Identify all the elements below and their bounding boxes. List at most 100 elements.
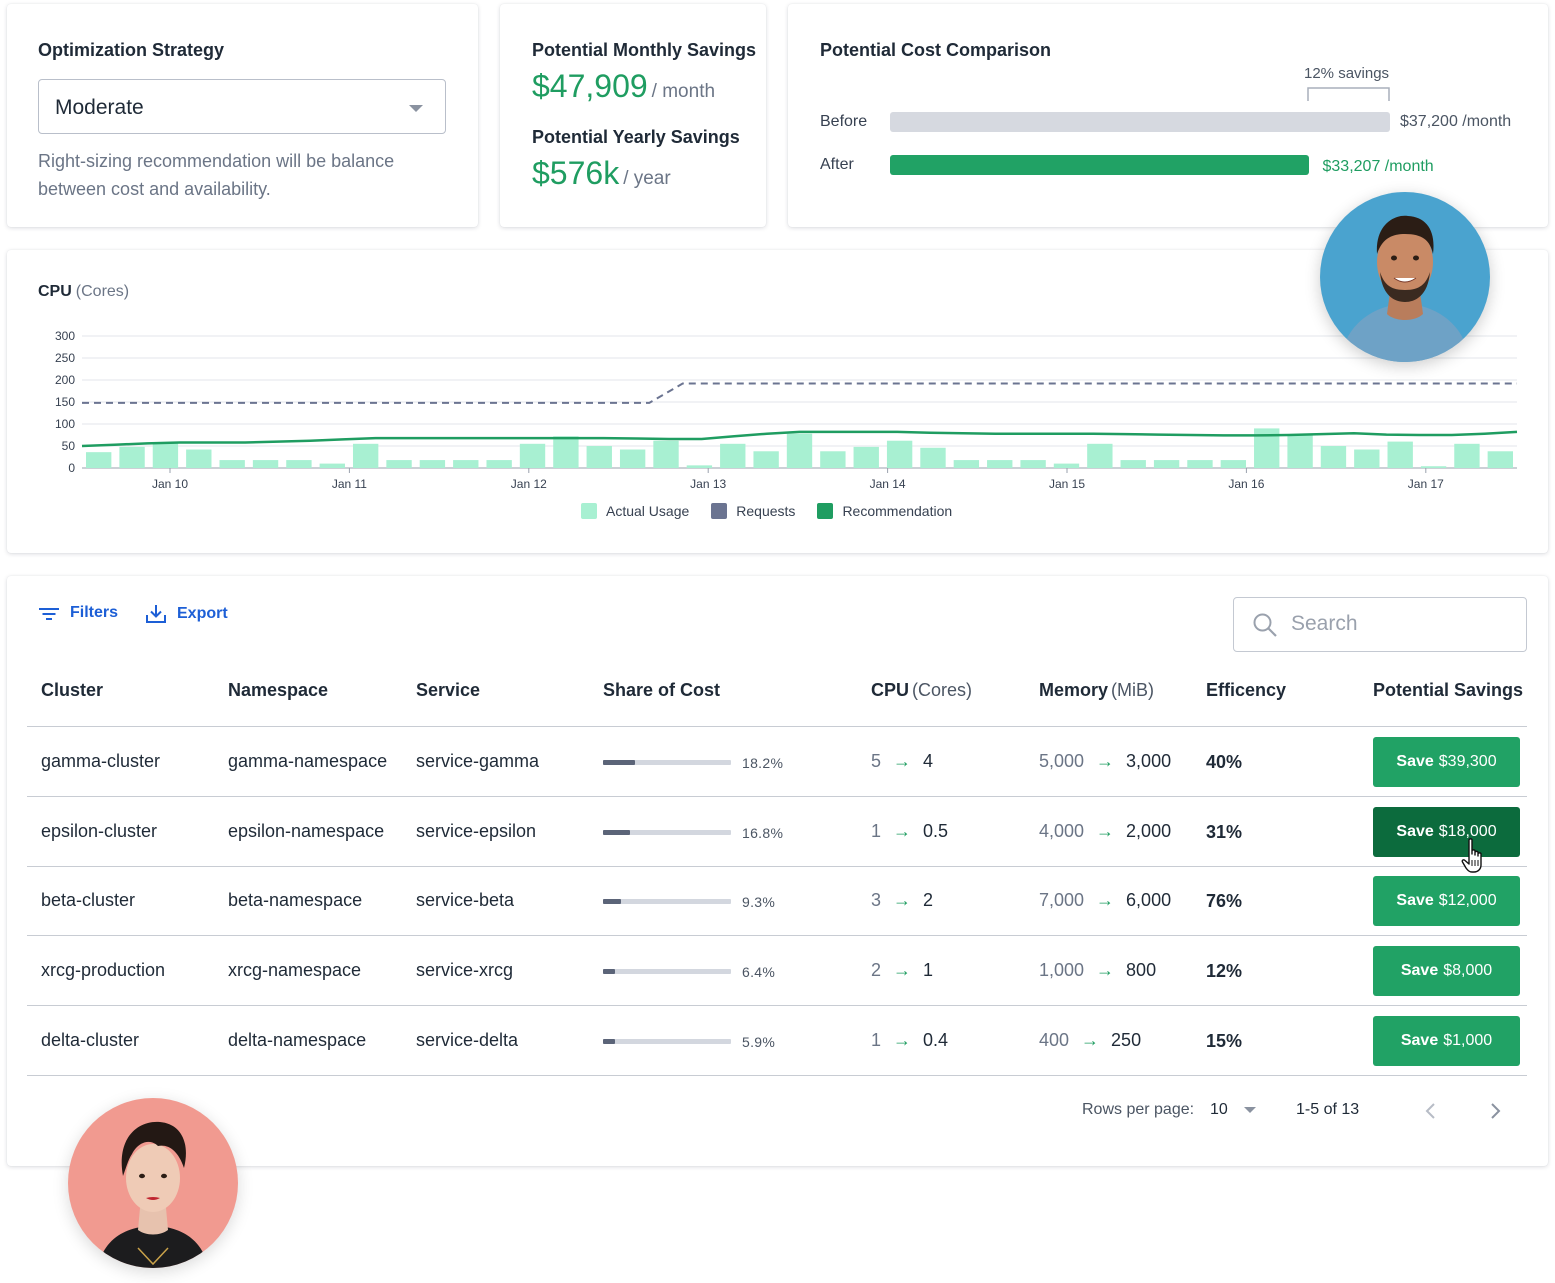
bar-actual-usage <box>519 443 546 468</box>
avatar-man <box>1320 192 1490 362</box>
column-header-potential-savings[interactable]: Potential Savings <box>1373 680 1523 701</box>
memory-current: 4,000 <box>1039 821 1085 841</box>
column-header-service[interactable]: Service <box>416 680 480 701</box>
search-input[interactable] <box>1291 612 1511 636</box>
chevron-left-icon[interactable] <box>1424 1102 1438 1120</box>
memory-current: 1,000 <box>1039 960 1085 980</box>
share-of-cost-fill <box>603 899 621 904</box>
search-box[interactable] <box>1233 597 1527 652</box>
column-header-cpu[interactable]: CPU (Cores) <box>871 680 972 701</box>
share-of-cost-bar <box>603 1039 731 1044</box>
cell-efficiency: 12% <box>1206 961 1243 981</box>
cell-efficiency: 15% <box>1206 1031 1243 1051</box>
bar-actual-usage <box>586 446 612 468</box>
legend-swatch-actual-usage <box>581 503 597 519</box>
savings-bracket <box>1307 87 1390 101</box>
cell-namespace: epsilon-namespace <box>228 821 385 841</box>
optimization-strategy-card: Optimization Strategy Moderate Right-siz… <box>7 4 478 227</box>
monthly-savings-title: Potential Monthly Savings <box>532 40 757 60</box>
column-header-cluster[interactable]: Cluster <box>41 680 103 701</box>
rows-per-page-select[interactable]: 10 <box>1210 1101 1256 1119</box>
filters-button[interactable]: Filters <box>38 604 118 622</box>
export-button[interactable]: Export <box>145 604 228 624</box>
table-row: gamma-cluster gamma-namespace service-gamm… <box>27 727 1527 797</box>
bar-actual-usage <box>953 460 980 468</box>
save-button-prefix: Save <box>1400 1032 1439 1049</box>
cpu-recommended: 2 <box>923 890 934 910</box>
column-header-memory[interactable]: Memory (MiB) <box>1039 680 1154 701</box>
memory-recommended: 250 <box>1111 1030 1142 1050</box>
share-of-cost-bar <box>603 760 731 765</box>
share-of-cost-value: 18.2% <box>742 755 784 771</box>
hand-cursor-icon <box>1461 838 1482 873</box>
bar-actual-usage <box>486 460 512 468</box>
cell-cpu: 5 → 4 <box>871 751 933 772</box>
rows-per-page-label: Rows per page: <box>1082 1101 1195 1118</box>
bar-actual-usage <box>786 433 813 468</box>
cpu-current: 5 <box>871 751 882 771</box>
memory-current: 7,000 <box>1039 890 1085 910</box>
column-header-share-of-cost[interactable]: Share of Cost <box>603 680 720 701</box>
yearly-savings-value: $576k <box>532 155 620 191</box>
legend-label-actual-usage: Actual Usage <box>606 503 690 519</box>
y-tick-label: 100 <box>55 417 75 431</box>
cell-cluster: epsilon-cluster <box>41 821 158 841</box>
download-icon <box>146 605 166 623</box>
bar-actual-usage <box>720 443 746 468</box>
bar-actual-usage <box>987 460 1013 468</box>
legend-recommendation[interactable]: Recommendation <box>817 503 952 519</box>
bar-actual-usage <box>1053 463 1080 468</box>
after-label: After <box>820 156 854 173</box>
before-label: Before <box>820 113 868 130</box>
bar-actual-usage <box>252 460 279 468</box>
cell-cpu: 1 → 0.4 <box>871 1030 948 1051</box>
cpu-recommended: 0.5 <box>923 821 949 841</box>
share-of-cost-fill <box>603 760 635 765</box>
cell-service: service-delta <box>416 1030 519 1050</box>
cpu-recommended: 4 <box>923 751 934 771</box>
arrow-right-icon: → <box>1096 890 1115 910</box>
bar-actual-usage <box>152 442 179 468</box>
cell-cluster: beta-cluster <box>41 890 136 910</box>
cell-memory: 4,000 → 2,000 <box>1039 821 1171 842</box>
y-tick-label: 50 <box>62 439 76 453</box>
memory-recommended: 2,000 <box>1126 821 1172 841</box>
chevron-down-icon <box>409 105 423 112</box>
cell-memory: 400 → 250 <box>1039 1030 1141 1051</box>
arrow-right-icon: → <box>893 751 912 771</box>
bar-actual-usage <box>219 460 245 468</box>
column-header-efficiency[interactable]: Efficency <box>1206 680 1286 701</box>
column-header-namespace[interactable]: Namespace <box>228 680 328 701</box>
save-button[interactable]: Save $1,000 <box>1373 1016 1520 1066</box>
legend-actual-usage[interactable]: Actual Usage <box>581 503 689 519</box>
cell-service: service-xrcg <box>416 960 514 980</box>
memory-recommended: 800 <box>1126 960 1157 980</box>
before-value: $37,200 /month <box>1400 113 1512 130</box>
chart-legend: Actual Usage Requests Recommendation <box>581 503 952 519</box>
cpu-current: 3 <box>871 890 882 910</box>
save-button[interactable]: Save $12,000 <box>1373 876 1520 926</box>
bar-actual-usage <box>1220 460 1247 468</box>
cpu-chart-card: CPU (Cores) 0 50 100 150 200 250 300 Jan 10 Jan 1… <box>7 250 1548 553</box>
arrow-right-icon: → <box>893 890 912 910</box>
savings-card: Potential Monthly Savings $47,909/ month… <box>500 4 766 227</box>
save-button[interactable]: Save $18,000 <box>1373 807 1520 857</box>
cpu-recommended: 0.4 <box>923 1030 949 1050</box>
save-button[interactable]: Save $8,000 <box>1373 946 1520 996</box>
bar-actual-usage <box>886 440 913 468</box>
share-of-cost-value: 5.9% <box>742 1034 776 1050</box>
rows-per-page-value: 10 <box>1210 1101 1228 1118</box>
cell-efficiency: 40% <box>1206 752 1243 772</box>
legend-requests[interactable]: Requests <box>711 503 795 519</box>
cell-cluster: delta-cluster <box>41 1030 140 1050</box>
chevron-right-icon[interactable] <box>1488 1102 1502 1120</box>
save-button[interactable]: Save $39,300 <box>1373 737 1520 787</box>
bar-actual-usage <box>1487 451 1513 468</box>
strategy-select[interactable]: Moderate <box>38 79 446 134</box>
share-of-cost-value: 9.3% <box>742 894 776 910</box>
legend-swatch-recommendation <box>817 503 834 519</box>
cell-memory: 5,000 → 3,000 <box>1039 751 1171 772</box>
cell-efficiency: 31% <box>1206 822 1243 842</box>
cell-service: service-beta <box>416 890 515 910</box>
pagination-range: 1-5 of 13 <box>1296 1101 1360 1118</box>
